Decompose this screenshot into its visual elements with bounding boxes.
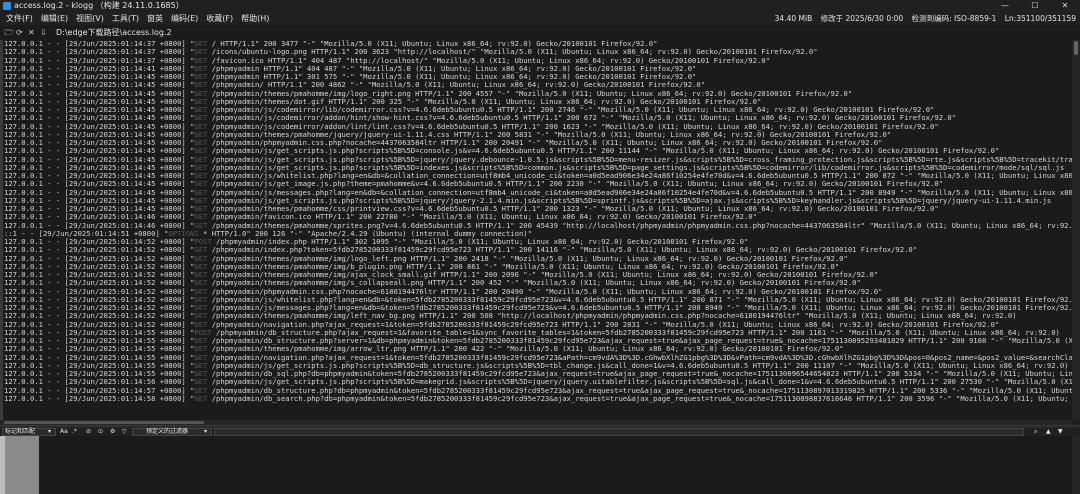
file-status: 34.40 MiB 修改于 2025/6/30 0:00 检测到编码: ISO-… <box>769 12 1080 25</box>
selection-block <box>5 436 39 494</box>
title-bar: access.log.2 - klogg （构建 24.11.0.1685） —… <box>0 0 1080 12</box>
filter-bar: 标记和匹配 ▾ Aa .* ⊘ ⊙ ⚙ ▽ 预定义的过滤器 ▾ ⌕ ▲ ▼ <box>0 428 1080 436</box>
menu-favorites[interactable]: 收藏(F) <box>204 12 235 25</box>
menu-window[interactable]: 窗英 <box>145 12 165 25</box>
menu-file[interactable]: 文件(F) <box>4 12 35 25</box>
next-icon[interactable]: ▼ <box>1058 428 1063 436</box>
filtered-view[interactable] <box>0 436 1080 494</box>
log-line: 127.0.0.1 - - [29/Jun/2025:01:14:58 +080… <box>4 393 1072 403</box>
file-encoding: 检测到编码: ISO-8859-1 <box>911 14 997 23</box>
log-line-method: GET <box>194 393 208 403</box>
search-icon[interactable]: ⌕ <box>1034 428 1037 436</box>
settings-icon[interactable]: ⚙ <box>110 428 115 436</box>
follow-icon[interactable]: ⇩ <box>40 25 47 40</box>
chevron-down-icon: ▾ <box>48 428 52 435</box>
file-size: 34.40 MiB <box>774 14 813 23</box>
maximize-button[interactable]: ☐ <box>1020 0 1050 12</box>
menu-tools[interactable]: 工具(T) <box>110 12 141 25</box>
menu-bar: 文件(F) 编辑(E) 视图(V) 工具(T) 窗英 编码(E) 收藏(F) 帮助(H) 34… <box>0 12 1080 25</box>
menu-edit[interactable]: 编辑(E) <box>39 12 70 25</box>
toolbar: 🗁 ⟳ ✕ ⇩ D:\edge下载路径\access.log.2 <box>0 25 1080 41</box>
predefined-filter-label: 预定义的过滤器 <box>146 428 189 435</box>
scrollbar-thumb[interactable] <box>1074 41 1078 55</box>
chevron-down-icon: ▾ <box>204 428 208 435</box>
menu-view[interactable]: 视图(V) <box>74 12 106 25</box>
line-position: Ln:351100/351159 <box>1004 14 1076 23</box>
open-file-icon[interactable]: 🗁 <box>4 25 14 40</box>
scrollbar-thumb[interactable] <box>4 421 204 424</box>
vertical-scrollbar[interactable] <box>1072 40 1080 420</box>
file-path: D:\edge下载路径\access.log.2 <box>56 28 172 37</box>
window-title: access.log.2 - klogg （构建 24.11.0.1685） <box>14 1 184 10</box>
log-view[interactable]: 127.0.0.1 - - [29/Jun/2025:01:14:37 +080… <box>0 40 1072 420</box>
inverse-icon[interactable]: ⊘ <box>86 428 91 436</box>
filter-icon[interactable]: ▽ <box>122 428 127 436</box>
file-modified: 修改于 2025/6/30 0:00 <box>820 14 904 23</box>
case-sensitive-button[interactable]: Aa <box>60 428 68 436</box>
close-button[interactable]: ✕ <box>1050 0 1080 12</box>
bool-icon[interactable]: ⊙ <box>98 428 103 436</box>
app-logo-icon <box>3 2 11 10</box>
log-line-prefix: 127.0.0.1 - - [29/Jun/2025:01:14:58 +080… <box>4 393 195 403</box>
regex-button[interactable]: .* <box>72 428 77 436</box>
menu-encoding[interactable]: 编码(E) <box>169 12 200 25</box>
menu-help[interactable]: 帮助(H) <box>239 12 271 25</box>
search-mode-label: 标记和匹配 <box>5 428 36 435</box>
minimize-button[interactable]: — <box>990 0 1020 12</box>
search-input[interactable] <box>214 428 1024 436</box>
reload-icon[interactable]: ⟳ <box>16 25 23 40</box>
log-gutter <box>0 40 3 420</box>
previous-icon[interactable]: ▲ <box>1046 428 1051 436</box>
stop-icon[interactable]: ✕ <box>28 25 35 40</box>
log-line-rest: /phpmyadmin/db_search.php?db=phpmyadmin&… <box>207 393 1072 403</box>
filtered-scrollbar[interactable] <box>1072 436 1080 494</box>
